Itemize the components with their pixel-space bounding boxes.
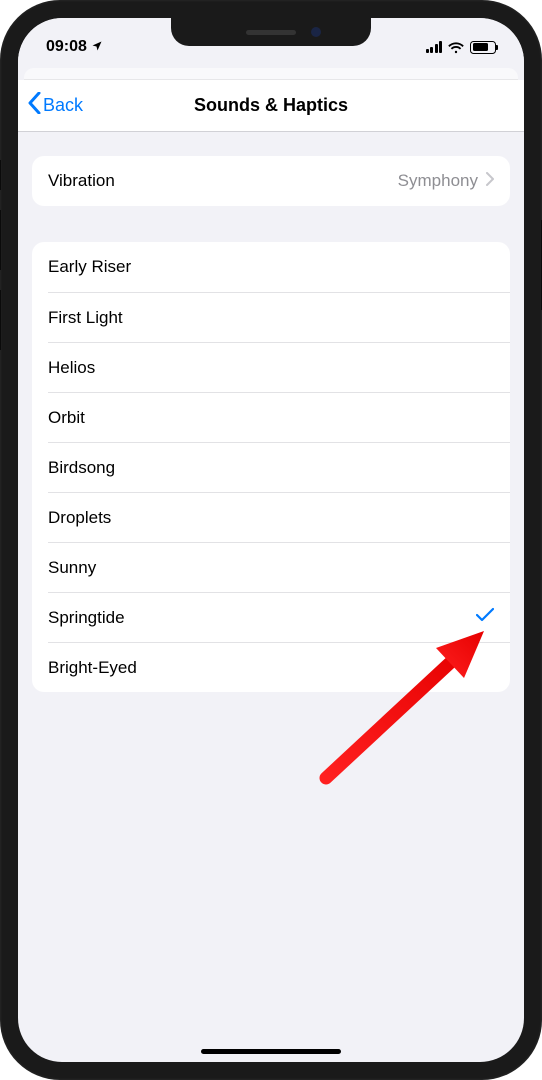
sound-label: First Light	[48, 308, 123, 328]
cellular-signal-icon	[426, 41, 443, 53]
sound-row[interactable]: Orbit	[48, 392, 510, 442]
sound-label: Springtide	[48, 608, 125, 628]
chevron-right-icon	[486, 171, 494, 191]
hardware-buttons-left	[0, 160, 1, 350]
phone-screen: 09:08 Back Sounds & Haptics	[18, 18, 524, 1062]
page-title: Sounds & Haptics	[194, 95, 348, 116]
sound-row[interactable]: Droplets	[48, 492, 510, 542]
nav-stack-shadow	[24, 68, 518, 80]
sounds-group: Early Riser First Light Helios Orbit Birdson…	[32, 242, 510, 692]
nav-bar: Back Sounds & Haptics	[18, 80, 524, 132]
sound-label: Bright-Eyed	[48, 658, 137, 678]
sound-row[interactable]: Birdsong	[48, 442, 510, 492]
sound-row[interactable]: Springtide	[48, 592, 510, 642]
vibration-group: Vibration Symphony	[32, 156, 510, 206]
notch	[171, 18, 371, 46]
checkmark-icon	[476, 607, 494, 628]
home-indicator[interactable]	[201, 1049, 341, 1054]
content-scroll[interactable]: Vibration Symphony Early Riser First Ligh…	[18, 132, 524, 692]
battery-icon	[470, 41, 496, 54]
sound-row[interactable]: Early Riser	[32, 242, 510, 292]
phone-frame: 09:08 Back Sounds & Haptics	[0, 0, 542, 1080]
sound-label: Helios	[48, 358, 95, 378]
chevron-left-icon	[28, 92, 41, 119]
vibration-value: Symphony	[398, 171, 478, 191]
sound-label: Early Riser	[48, 257, 131, 277]
wifi-icon	[448, 41, 464, 53]
status-time: 09:08	[46, 38, 87, 56]
sound-row[interactable]: First Light	[48, 292, 510, 342]
sound-row[interactable]: Sunny	[48, 542, 510, 592]
location-arrow-icon	[91, 40, 103, 55]
sound-label: Droplets	[48, 508, 111, 528]
sound-row[interactable]: Helios	[48, 342, 510, 392]
vibration-label: Vibration	[48, 171, 115, 191]
sound-row[interactable]: Bright-Eyed	[48, 642, 510, 692]
back-button[interactable]: Back	[28, 92, 83, 119]
sound-label: Orbit	[48, 408, 85, 428]
vibration-row[interactable]: Vibration Symphony	[32, 156, 510, 206]
sound-label: Birdsong	[48, 458, 115, 478]
back-label: Back	[43, 95, 83, 116]
sound-label: Sunny	[48, 558, 96, 578]
